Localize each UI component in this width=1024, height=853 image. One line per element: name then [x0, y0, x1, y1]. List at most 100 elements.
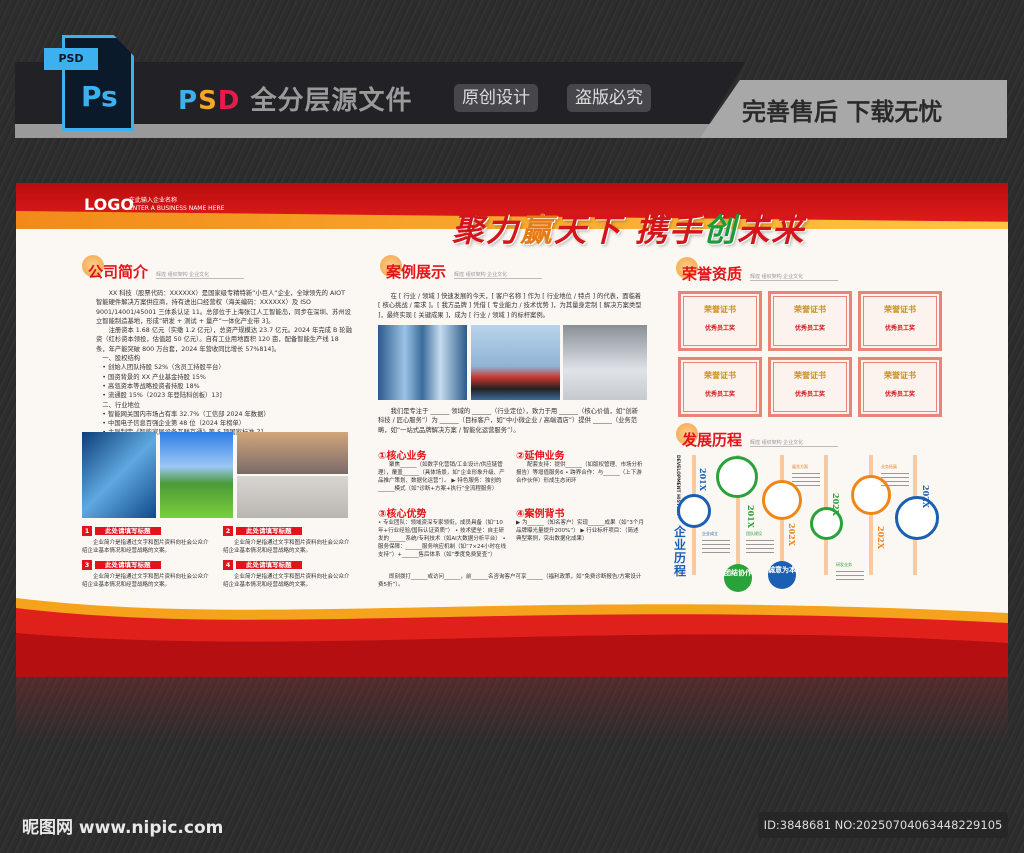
skyscraper-photo — [378, 325, 467, 400]
factory-photo — [563, 325, 647, 400]
header-title: PSD 全分层源文件 — [178, 80, 412, 117]
timeline-entry: 业务拓展 — [881, 464, 909, 486]
display-board: LOGO 在此输入企业名称 ENTER A BUSINESS NAME HERE … — [16, 183, 1008, 677]
history-cn-label: 企业历程 — [674, 525, 687, 578]
cases-cta: 即刻拨打______或访问______，前______名咨询客户可享______… — [378, 574, 642, 588]
timeline-year: 202X — [831, 493, 841, 516]
building-photo — [82, 432, 156, 518]
ps-glyph: Ps — [81, 80, 118, 113]
timeline-circle — [895, 496, 939, 540]
case-endorsement-title: ④案例背书 — [516, 509, 565, 520]
intro-p1: XX 科技（股票代码：XXXXXX）是国家级专精特新“小巨人”企业，全球领先的 … — [96, 290, 351, 325]
header-slogan: 完善售后 下载无忧 — [742, 98, 943, 126]
heading-sub: 辉煌 组织架构 企业文化 — [750, 439, 838, 447]
honor-certificate: 荣誉证书 优秀员工奖 — [858, 291, 942, 351]
heading-sub: 辉煌 组织架构 企业文化 — [156, 271, 244, 279]
logo-subtitle: 在此输入企业名称 ENTER A BUSINESS NAME HERE — [129, 197, 224, 213]
core-business-text: 聚焦______（如数字化营销/工业设计/供应链管理），覆盖______（具体场… — [378, 462, 505, 492]
title-d: D — [217, 86, 241, 116]
certificate-award: 优秀员工奖 — [884, 325, 915, 332]
certificate-title: 荣誉证书 — [884, 305, 916, 314]
honor-certificate: 荣誉证书 优秀员工奖 — [768, 357, 852, 417]
entry-label: 展览方面 — [792, 464, 808, 469]
certificate-title: 荣誉证书 — [794, 371, 826, 380]
intro-item-2-desc: 企业简介是指通过文字和图片资料向社会公众介绍企业基本情况和经营战略的文案。 — [223, 540, 350, 554]
timeline-entry: 研发业务 — [836, 562, 864, 580]
intro-item-4-title: 4 此处请填写标题 — [223, 560, 302, 570]
office-photo — [237, 476, 348, 518]
logo-sub-en: ENTER A BUSINESS NAME HERE — [129, 205, 225, 212]
heading-sub: 辉煌 组织架构 企业文化 — [750, 273, 838, 281]
intro-list-item: 流通股 15%（2023 年登陆科创板）13] — [108, 392, 222, 400]
city-fountain-photo — [237, 432, 348, 474]
timeline-circle — [762, 480, 802, 520]
honors-heading: 荣誉资质 辉煌 组织架构 企业文化 — [676, 257, 838, 284]
title-s: S — [198, 86, 218, 116]
timeline-year: 202X — [787, 523, 797, 546]
intro-item-2-title: 2 此处请填写标题 — [223, 526, 302, 536]
intro-item-1-title: 1 此处请填写标题 — [82, 526, 161, 536]
timeline-year: 202X — [876, 526, 886, 549]
intro-list-item: 创始人团队持股 52%（含员工持股平台） — [108, 364, 225, 372]
title-p: P — [178, 86, 199, 116]
intro-item-3-desc: 企业简介是指通过文字和图片资料向社会公众介绍企业基本情况和经营战略的文案。 — [82, 574, 209, 588]
logo-sub-cn: 在此输入企业名称 — [129, 197, 178, 204]
certificate-title: 荣誉证书 — [704, 305, 736, 314]
certificate-title: 荣誉证书 — [794, 305, 826, 314]
slogan-b: 赢 — [520, 211, 555, 249]
intro-h1: 一、股权结构 — [102, 355, 141, 363]
item-title: 此处请填写标题 — [95, 561, 161, 569]
intro-heading: 公司简介 辉煌 组织架构 企业文化 — [82, 255, 244, 282]
item-number: 4 — [223, 560, 233, 570]
timeline-year: 201X — [698, 468, 708, 491]
intro-list-item: 高瓴资本等战略投资者持股 18% — [108, 382, 200, 390]
intro-list-item: 智能网关国内市场占有率 32.7%（工信部 2024 年数据） — [108, 410, 270, 418]
item-title: 此处请填写标题 — [236, 527, 302, 535]
timeline-circle — [716, 456, 758, 498]
core-business-title: ①核心业务 — [378, 451, 427, 462]
image-id: ID:3848681 NO:20250704063448229105 — [758, 812, 1008, 838]
intro-item-4-desc: 企业简介是指通过文字和图片资料向社会公众介绍企业基本情况和经营战略的文案。 — [223, 574, 350, 588]
site-watermark: 昵图网 www.nipic.com — [22, 818, 224, 838]
intro-list-item: 中国电子信息百强企业第 48 位（2024 年榜单） — [108, 420, 246, 428]
extended-business-text: 配套支持：提供______（如版权管理、市场分析报告）等增值服务6 • 跨界合作… — [516, 462, 643, 484]
honor-certificate: 荣誉证书 优秀员工奖 — [678, 357, 762, 417]
bottom-red-wave — [16, 598, 1008, 677]
heading-sub: 辉煌 组织架构 企业文化 — [454, 271, 542, 279]
timeline-pole — [869, 455, 873, 575]
slogan-c: 天下 携手 — [554, 211, 704, 249]
timeline-year: 201X — [746, 505, 756, 528]
intro-item-3-title: 3 此处请填写标题 — [82, 560, 161, 570]
intro-p2: 注册资本 1.68 亿元（实缴 1.2 亿元），总资产规模达 23.7 亿元。2… — [96, 327, 352, 353]
cases-heading: 案例展示 辉煌 组织架构 企业文化 — [380, 255, 542, 282]
cargo-ship-photo — [471, 325, 560, 400]
certificate-award: 优秀员工奖 — [794, 391, 825, 398]
core-advantage-text: • 专业团队：领域资深专家领衔，成员具备（如“10年+行业经验/国际认证资质”）… — [378, 520, 506, 558]
intro-list-item: 国资背景的 XX 产业基金持股 15% — [108, 373, 206, 381]
item-title: 此处请填写标题 — [236, 561, 302, 569]
timeline-year: 202X — [921, 485, 931, 508]
intro-title: 公司简介 — [88, 263, 149, 281]
title-rest: 全分层源文件 — [240, 86, 413, 116]
cases-title: 案例展示 — [386, 263, 447, 281]
entry-label: 企业成立 — [702, 531, 718, 536]
certificate-award: 优秀员工奖 — [884, 391, 915, 398]
slogan-e: 未来 — [737, 211, 806, 249]
honor-certificate: 荣誉证书 优秀员工奖 — [858, 357, 942, 417]
timeline-entry: 企业成立 — [702, 531, 730, 553]
item-number: 3 — [82, 560, 92, 570]
cases-pitch: 我们是专注于 ______ 领域的 ______（行业定位），致力于用 ____… — [378, 408, 638, 434]
item-number: 1 — [82, 526, 92, 536]
certificate-award: 优秀员工奖 — [704, 391, 735, 398]
timeline-entry: 展览方面 — [792, 464, 820, 486]
core-advantage-title: ③核心优势 — [378, 509, 427, 520]
intro-h2: 二、行业地位 — [102, 401, 141, 409]
timeline-entry: 团队建设 — [746, 531, 774, 553]
original-design-pill: 原创设计 — [454, 84, 538, 112]
entry-label: 业务拓展 — [881, 464, 897, 469]
item-number: 2 — [223, 526, 233, 536]
entry-label: 研发业务 — [836, 562, 852, 567]
history-heading: 发展历程 辉煌 组织架构 企业文化 — [676, 423, 838, 450]
certificate-award: 优秀员工奖 — [794, 325, 825, 332]
board-slogan: 聚力赢天下 携手创未来 — [452, 205, 805, 251]
